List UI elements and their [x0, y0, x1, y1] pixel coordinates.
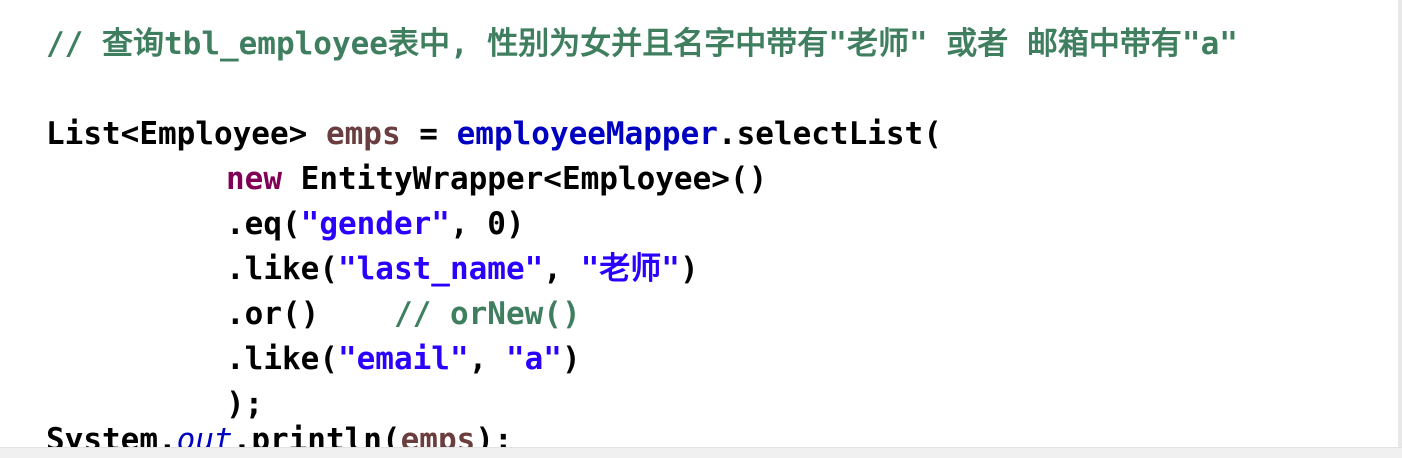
- code-editor[interactable]: // 查询tbl_employee表中, 性别为女并且名字中带有"老师" 或者 …: [0, 0, 1402, 458]
- code-line-5: .or() // orNew(): [46, 292, 581, 336]
- gender-string: "gender": [300, 206, 450, 242]
- arg-separator: ,: [543, 251, 581, 287]
- a-string: "a": [505, 341, 562, 377]
- comment-line: // 查询tbl_employee表中, 性别为女并且名字中带有"老师" 或者 …: [46, 26, 1238, 62]
- or-new-comment: // orNew(): [393, 296, 581, 332]
- teacher-string: "老师": [580, 251, 680, 287]
- like-method: .like(: [226, 251, 338, 287]
- entity-wrapper-constructor: EntityWrapper<Employee>(): [282, 161, 768, 197]
- code-line-3: .eq("gender", 0): [46, 202, 525, 246]
- variable-emps: emps: [325, 116, 401, 152]
- close-paren: ): [679, 251, 699, 287]
- mapper-field: employeeMapper: [456, 116, 718, 152]
- new-keyword: new: [226, 161, 282, 197]
- like-method: .like(: [226, 341, 338, 377]
- eq-args-tail: , 0): [449, 206, 525, 242]
- code-line-2: new EntityWrapper<Employee>(): [46, 157, 767, 201]
- horizontal-scrollbar[interactable]: [0, 447, 1402, 458]
- or-method: .or(): [226, 296, 320, 332]
- arg-separator: ,: [468, 341, 506, 377]
- last-name-string: "last_name": [337, 251, 544, 287]
- eq-method: .eq(: [226, 206, 301, 242]
- close-paren: ): [561, 341, 581, 377]
- code-line-6: .like("email", "a"): [46, 337, 581, 381]
- vertical-scrollbar-edge[interactable]: [1398, 0, 1402, 458]
- whitespace-gap: [319, 296, 394, 332]
- email-string: "email": [337, 341, 469, 377]
- type-token: List<Employee>: [46, 116, 308, 152]
- code-line-4: .like("last_name", "老师"): [46, 247, 699, 291]
- code-line-1: List<Employee> emps = employeeMapper.sel…: [46, 112, 942, 156]
- statement-close: );: [226, 386, 264, 422]
- select-list-call: .selectList(: [717, 116, 942, 152]
- assign-token: =: [400, 116, 457, 152]
